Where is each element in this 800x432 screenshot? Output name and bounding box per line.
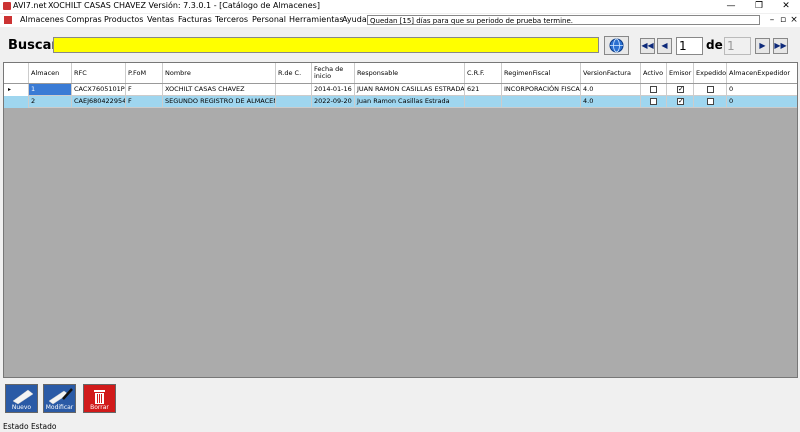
search-input[interactable] [53, 37, 599, 53]
status-bar: Estado Estado [3, 422, 56, 431]
maximize-button[interactable]: ❐ [746, 0, 772, 13]
cell-pfom[interactable]: F [126, 96, 163, 108]
col-activo[interactable]: Activo [641, 63, 667, 83]
trash-icon [94, 390, 105, 404]
search-label: Buscar [8, 38, 58, 53]
cell-activo [641, 84, 667, 96]
cell-regimen[interactable] [502, 96, 581, 108]
menu-herramientas[interactable]: Herramientas [289, 15, 344, 24]
cell-nombre[interactable]: XOCHILT CASAS CHAVEZ [163, 84, 276, 96]
cell-fecha[interactable]: 2022-09-20 [312, 96, 355, 108]
menu-personal[interactable]: Personal [252, 15, 286, 24]
close-button[interactable]: ✕ [773, 0, 799, 13]
table-row[interactable]: 2 CAEJ680422954 F SEGUNDO REGISTRO DE AL… [4, 96, 797, 108]
col-rdec[interactable]: R.de C. [276, 63, 312, 83]
mdi-close-icon[interactable]: × [788, 14, 800, 26]
table-row[interactable]: ▸ 1 CACX7605101P8 F XOCHILT CASAS CHAVEZ… [4, 84, 797, 96]
cell-rfc[interactable]: CAEJ680422954 [72, 96, 126, 108]
status-text-1: Estado [3, 422, 29, 431]
cell-activo [641, 96, 667, 108]
cell-rfc[interactable]: CACX7605101P8 [72, 84, 126, 96]
expedidor-checkbox[interactable] [707, 86, 714, 93]
cell-expedidor [694, 84, 727, 96]
cell-rdec[interactable] [276, 96, 312, 108]
page-total: 1 [724, 37, 751, 55]
menu-ventas[interactable]: Ventas [147, 15, 174, 24]
first-page-button[interactable]: ◀◀ [640, 38, 655, 54]
page-number-input[interactable]: 1 [676, 37, 703, 55]
expedidor-checkbox[interactable] [707, 98, 714, 105]
col-almacen[interactable]: Almacen [29, 63, 72, 83]
next-page-button[interactable]: ▶ [755, 38, 770, 54]
edit-pencil-icon [48, 388, 73, 405]
edit-button[interactable]: Modificar [43, 384, 76, 413]
window-title: XOCHILT CASAS CHAVEZ Versión: 7.3.0.1 - … [48, 1, 320, 10]
new-button-label: Nuevo [11, 404, 32, 411]
last-page-button[interactable]: ▶▶ [773, 38, 788, 54]
cell-expedidor [694, 96, 727, 108]
cell-version[interactable]: 4.0 [581, 84, 641, 96]
cell-nombre[interactable]: SEGUNDO REGISTRO DE ALMACEN [163, 96, 276, 108]
trial-message: Quedan [15] días para que su periodo de … [367, 15, 760, 25]
row-header [4, 96, 29, 108]
cell-responsable[interactable]: Juan Ramon Casillas Estrada [355, 96, 465, 108]
cell-almacen-expedidor[interactable]: 0 [727, 96, 797, 108]
col-pfom[interactable]: P.FoM [126, 63, 163, 83]
col-rfc[interactable]: RFC [72, 63, 126, 83]
menu-facturas[interactable]: Facturas [178, 15, 212, 24]
activo-checkbox[interactable] [650, 98, 657, 105]
col-expedidor[interactable]: Expedidor [694, 63, 727, 83]
menu-almacenes[interactable]: Almacenes [20, 15, 64, 24]
cell-emisor: ✓ [667, 96, 694, 108]
mdi-app-icon [4, 16, 12, 24]
cell-crf[interactable] [465, 96, 502, 108]
status-text-2: Estado [30, 422, 57, 431]
new-button[interactable]: Nuevo [5, 384, 38, 413]
almacenes-grid[interactable]: Almacen RFC P.FoM Nombre R.de C. Fecha d… [3, 62, 798, 378]
new-document-icon [12, 389, 34, 405]
col-nombre[interactable]: Nombre [163, 63, 276, 83]
current-row-marker: ▸ [4, 84, 29, 96]
col-responsable[interactable]: Responsable [355, 63, 465, 83]
grid-header: Almacen RFC P.FoM Nombre R.de C. Fecha d… [4, 63, 797, 84]
title-bar: AVI7.net XOCHILT CASAS CHAVEZ Versión: 7… [0, 0, 800, 13]
cell-almacen[interactable]: 1 [29, 84, 72, 96]
delete-button[interactable]: Borrar [83, 384, 116, 413]
menu-compras[interactable]: Compras [66, 15, 102, 24]
col-regimen-fiscal[interactable]: RegimenFiscal [502, 63, 581, 83]
emisor-checkbox[interactable]: ✓ [677, 98, 684, 105]
edit-button-label: Modificar [45, 404, 74, 411]
prev-page-button[interactable]: ◀ [657, 38, 672, 54]
cell-crf[interactable]: 621 [465, 84, 502, 96]
col-version-factura[interactable]: VersionFactura [581, 63, 641, 83]
col-emisor[interactable]: Emisor [667, 63, 694, 83]
cell-responsable[interactable]: JUAN RAMON CASILLAS ESTRADA [355, 84, 465, 96]
delete-button-label: Borrar [90, 404, 109, 411]
cell-almacen[interactable]: 2 [29, 96, 72, 108]
menu-terceros[interactable]: Terceros [215, 15, 248, 24]
col-crf[interactable]: C.R.F. [465, 63, 502, 83]
menu-productos[interactable]: Productos [104, 15, 143, 24]
cell-fecha[interactable]: 2014-01-16 [312, 84, 355, 96]
col-almacen-expedidor[interactable]: AlmacenExpedidor [727, 63, 797, 83]
cell-version[interactable]: 4.0 [581, 96, 641, 108]
search-button[interactable] [604, 36, 629, 55]
cell-almacen-expedidor[interactable]: 0 [727, 84, 797, 96]
menu-ayuda[interactable]: Ayuda [342, 15, 367, 24]
cell-regimen[interactable]: INCORPORACIÓN FISCAL [502, 84, 581, 96]
cell-pfom[interactable]: F [126, 84, 163, 96]
app-icon [3, 2, 11, 10]
cell-emisor: ✓ [667, 84, 694, 96]
row-header-corner [4, 63, 29, 83]
cell-rdec[interactable] [276, 84, 312, 96]
globe-search-icon [609, 38, 624, 53]
emisor-checkbox[interactable]: ✓ [677, 86, 684, 93]
minimize-button[interactable]: — [718, 0, 744, 13]
page-of-label: de [706, 38, 723, 52]
activo-checkbox[interactable] [650, 86, 657, 93]
col-fecha-inicio[interactable]: Fecha de inicio [312, 63, 355, 83]
app-name: AVI7.net [13, 1, 47, 10]
